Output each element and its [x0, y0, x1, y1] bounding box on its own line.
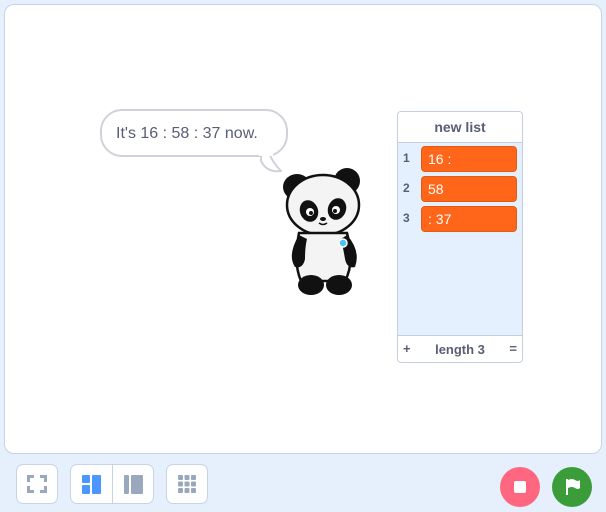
stop-button[interactable] [500, 467, 540, 507]
speech-bubble-text: It's 16 : 58 : 37 now. [116, 125, 258, 142]
list-item-index: 2 [403, 181, 410, 195]
small-stage-layout-icon[interactable] [71, 465, 112, 503]
list-item[interactable]: 3 : 37 [398, 204, 522, 232]
fullscreen-button[interactable] [16, 464, 58, 504]
list-monitor[interactable]: new list 1 16 : 2 58 3 : 37 + length 3 = [397, 111, 523, 363]
grid-button[interactable] [166, 464, 208, 504]
speech-bubble: It's 16 : 58 : 37 now. [100, 109, 288, 157]
list-resize-handle[interactable]: = [509, 341, 517, 356]
list-title: new list [398, 112, 522, 143]
list-item-index: 1 [403, 151, 410, 165]
stop-icon [514, 481, 526, 493]
list-item-value[interactable]: : 37 [421, 206, 517, 232]
fullscreen-icon [27, 475, 47, 493]
list-footer: + length 3 = [398, 335, 522, 362]
stage[interactable]: It's 16 : 58 : 37 now. new list 1 16: 2… [4, 4, 602, 454]
list-item-value[interactable]: 58 [421, 176, 517, 202]
stage-layout-toggle[interactable] [70, 464, 154, 504]
grid-icon [178, 475, 196, 493]
list-item[interactable]: 1 16 : [398, 144, 522, 172]
green-flag-button[interactable] [552, 467, 592, 507]
list-length: length 3 [435, 342, 485, 357]
panda-sprite[interactable] [277, 163, 373, 299]
green-flag-icon [566, 479, 580, 495]
list-item-value[interactable]: 16 : [421, 146, 517, 172]
list-item-index: 3 [403, 211, 410, 225]
list-item[interactable]: 2 58 [398, 174, 522, 202]
large-stage-layout-icon[interactable] [113, 465, 154, 503]
